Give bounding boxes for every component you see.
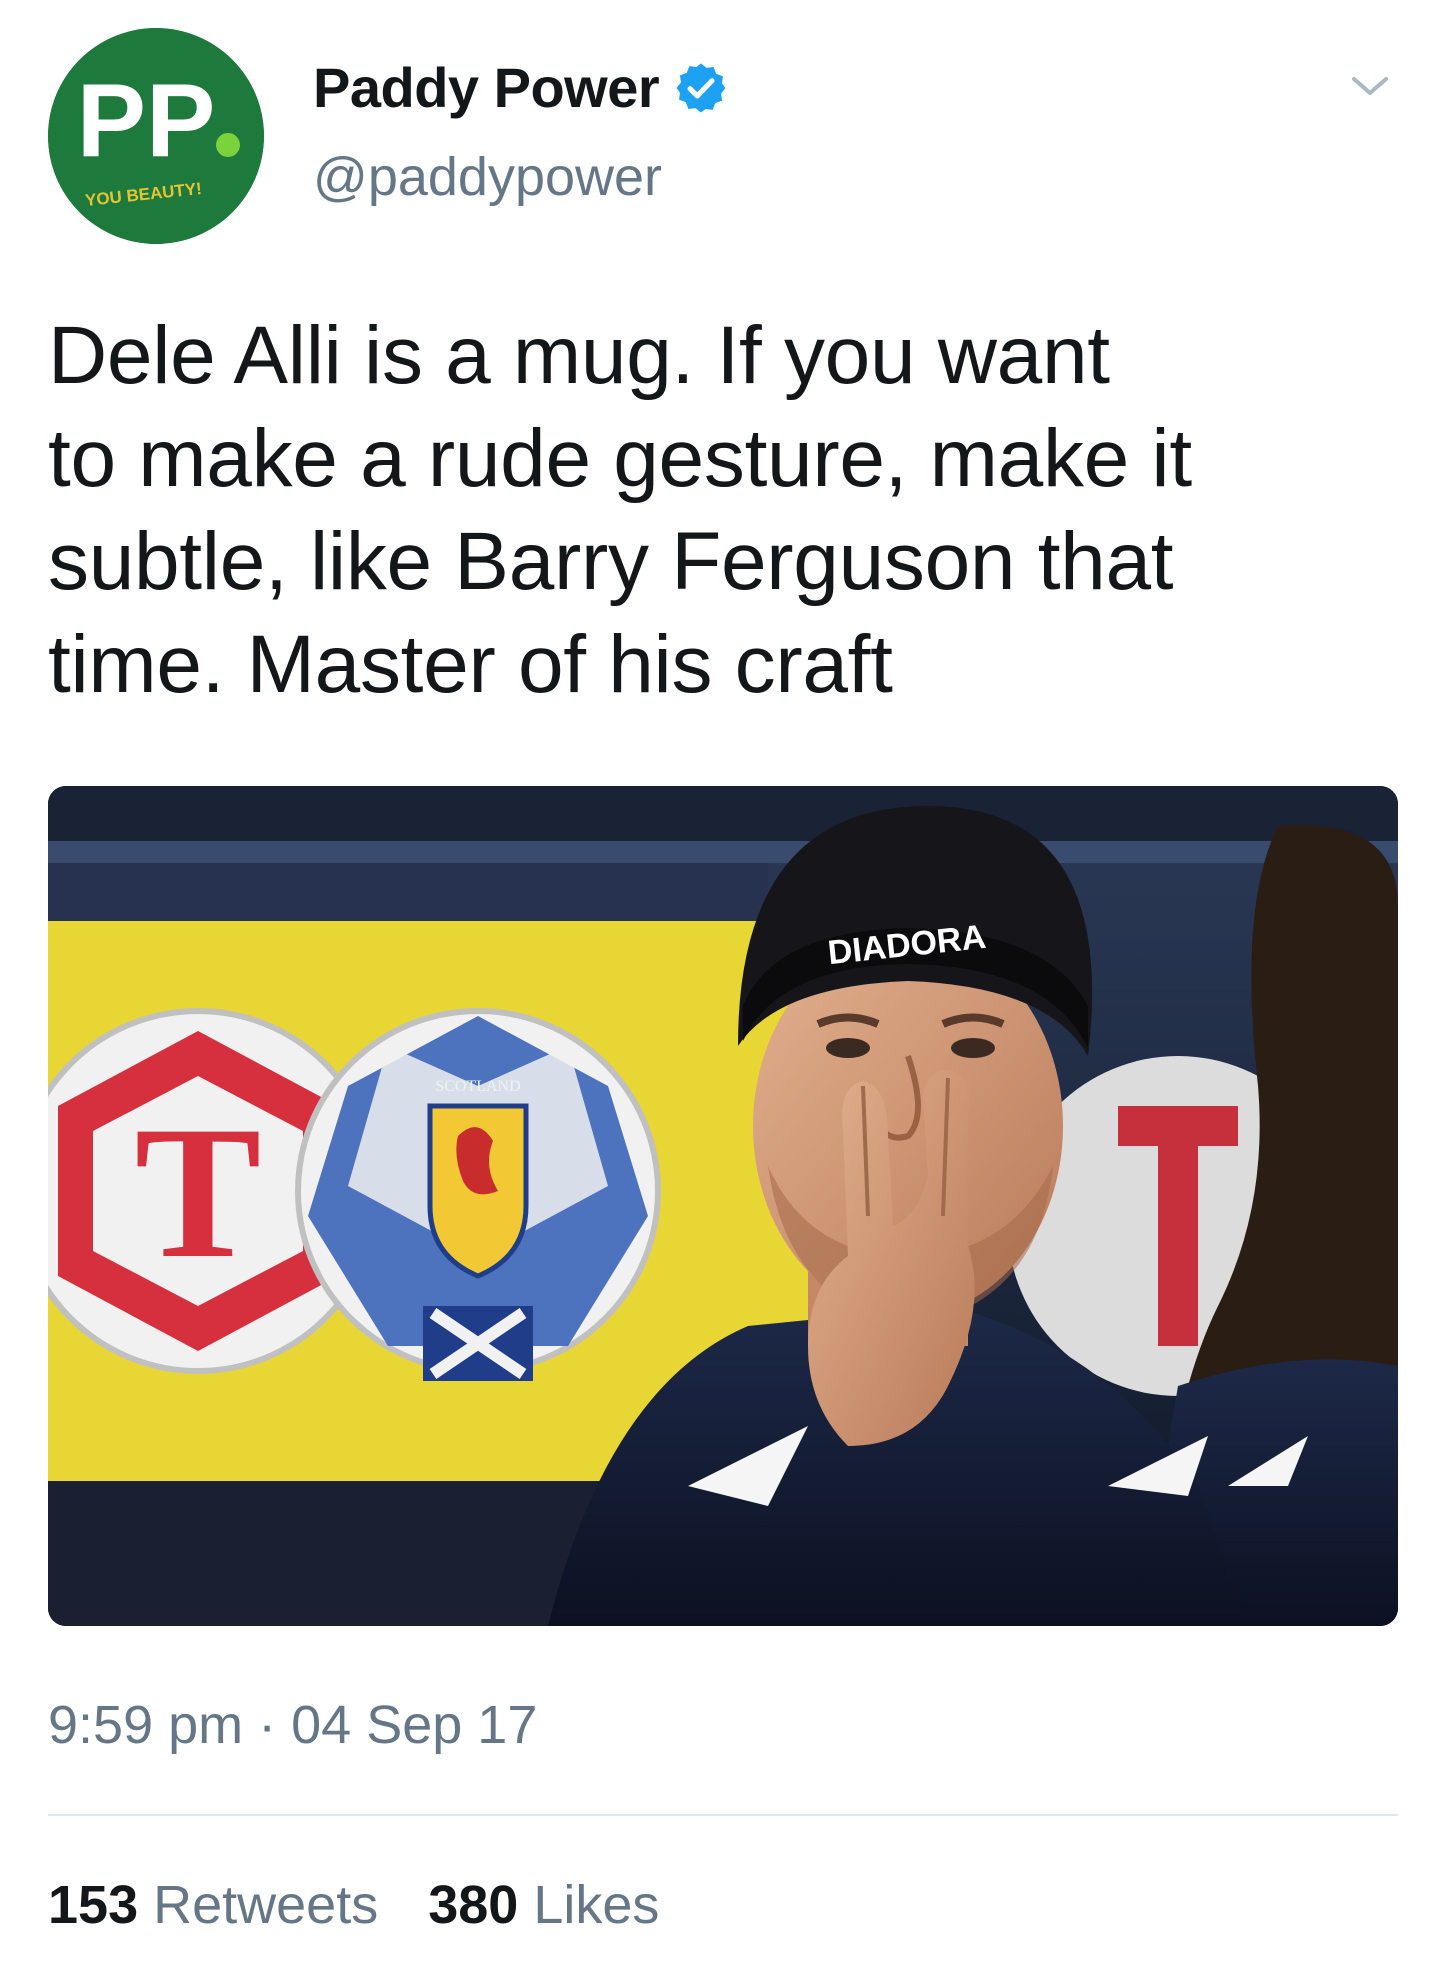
tweet-text-line: time. Master of his craft <box>48 619 893 710</box>
tweet-timestamp[interactable]: 9:59 pm · 04 Sep 17 <box>48 1698 537 1752</box>
account-handle[interactable]: @paddypower <box>313 150 662 204</box>
display-name[interactable]: Paddy Power <box>313 60 729 116</box>
tweet-text-line: Dele Alli is a mug. If you want <box>48 310 1110 401</box>
retweet-label: Retweets <box>153 1875 379 1935</box>
like-count: 380 <box>428 1875 519 1935</box>
display-name-text: Paddy Power <box>313 56 660 119</box>
tweet-text-line: subtle, like Barry Ferguson that <box>48 516 1174 607</box>
avatar[interactable]: PP YOU BEAUTY! <box>48 28 264 244</box>
retweets-stat[interactable]: 153 Retweets <box>48 1878 378 1932</box>
tweet-text-line: to make a rude gesture, make it <box>48 413 1192 504</box>
like-label: Likes <box>533 1875 660 1935</box>
timestamp-separator: · <box>258 1695 277 1755</box>
retweet-count: 153 <box>48 1875 139 1935</box>
crest-text: SCOTLAND <box>435 1078 520 1095</box>
sponsor-letter: T <box>135 1088 262 1298</box>
tweet-text: Dele Alli is a mug. If you want to make … <box>48 304 1388 716</box>
tweet-photo[interactable]: T SCOTLAND DIADORA <box>48 786 1398 1626</box>
chevron-down-icon[interactable] <box>1340 56 1400 116</box>
tweet-date: 04 Sep 17 <box>291 1695 538 1755</box>
tweet-stats: 153 Retweets 380 Likes <box>48 1878 659 1932</box>
paddy-power-logo: PP YOU BEAUTY! <box>48 28 264 244</box>
divider <box>48 1814 1398 1816</box>
likes-stat[interactable]: 380 Likes <box>428 1878 659 1932</box>
verified-badge-icon <box>676 63 726 113</box>
logo-text: PP <box>77 63 216 179</box>
tweet-time: 9:59 pm <box>48 1695 244 1755</box>
tweet-photo-illustration: T SCOTLAND DIADORA <box>48 786 1398 1626</box>
